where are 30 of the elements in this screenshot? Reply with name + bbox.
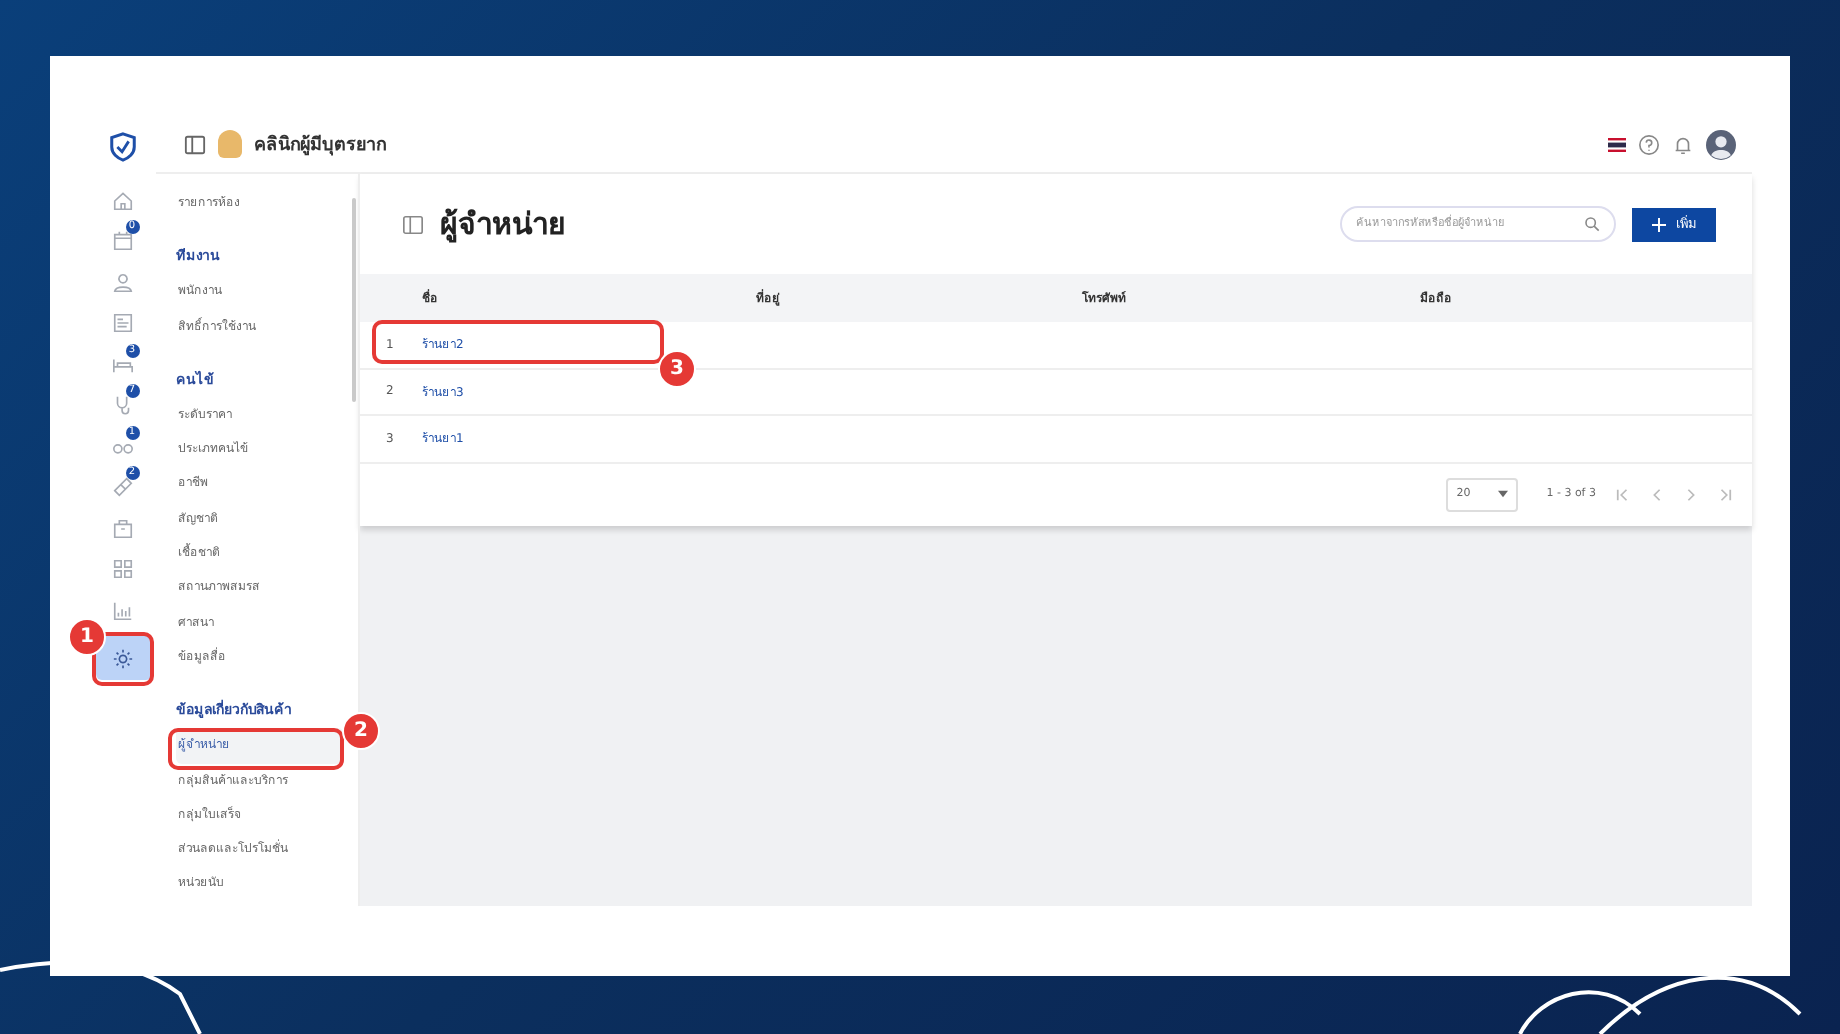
person-icon	[112, 271, 134, 293]
plus-icon	[1652, 217, 1666, 231]
grid-icon	[112, 558, 134, 580]
clinic-name: คลินิกผู้มีบุตรยาก	[254, 132, 386, 158]
avatar-icon[interactable]	[1706, 129, 1736, 159]
pill-icon	[112, 476, 134, 498]
search-icon	[1584, 216, 1600, 232]
home-icon	[112, 189, 134, 211]
step-marker: 2	[342, 712, 380, 750]
last-page-icon[interactable]	[1718, 487, 1732, 501]
page-title: ผู้จำหน่าย	[440, 204, 566, 247]
scrollbar[interactable]	[352, 198, 356, 402]
card-icon	[112, 312, 134, 334]
caret-icon	[1498, 490, 1509, 498]
box-icon	[112, 517, 134, 539]
help-icon[interactable]	[1638, 133, 1660, 155]
next-page-icon[interactable]	[1684, 487, 1698, 501]
bell-icon[interactable]	[1672, 133, 1694, 155]
settings-icon	[112, 647, 134, 669]
flag-icon[interactable]	[1608, 137, 1626, 151]
previous-page-icon[interactable]	[1650, 487, 1664, 501]
step-marker: 1	[68, 618, 106, 656]
first-page-icon[interactable]	[1616, 487, 1630, 501]
stethoscope-icon	[112, 394, 134, 416]
calendar-icon	[112, 230, 134, 252]
panel-icon	[402, 213, 424, 235]
nav-rail-button[interactable]	[95, 636, 151, 680]
chart-icon	[112, 599, 134, 621]
sidebar-toggle-icon[interactable]	[184, 133, 206, 155]
shield-logo-icon	[108, 132, 138, 162]
